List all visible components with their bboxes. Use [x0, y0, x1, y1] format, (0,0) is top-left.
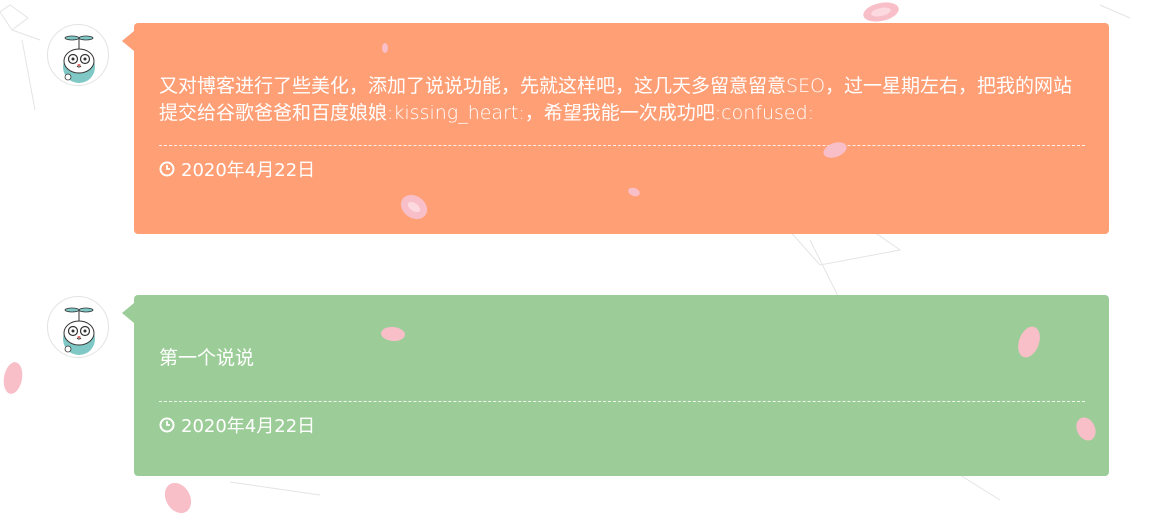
post-card: 又对博客进行了些美化，添加了说说功能，先就这样吧，这几天多留意留意SEO，过一星… — [122, 23, 1109, 234]
post-meta: 2020年4月22日 — [159, 402, 1085, 448]
post-content: 又对博客进行了些美化，添加了说说功能，先就这样吧，这几天多留意留意SEO，过一星… — [159, 75, 1073, 124]
post-card: 第一个说说 2020年4月22日 — [122, 295, 1109, 476]
avatar[interactable] — [47, 24, 109, 86]
post-content: 第一个说说 — [159, 347, 255, 369]
avatar[interactable] — [47, 296, 109, 358]
cat-avatar-icon — [63, 35, 95, 83]
shuoshuo-page: 又对博客进行了些美化，添加了说说功能，先就这样吧，这几天多留意留意SEO，过一星… — [0, 0, 1157, 525]
post-meta: 2020年4月22日 — [159, 146, 1085, 192]
cat-avatar-icon — [63, 307, 95, 355]
sakura-petal-icon — [863, 2, 899, 22]
sakura-petal-icon — [3, 362, 23, 394]
sakura-petal-icon — [164, 482, 192, 514]
clock-icon — [159, 417, 175, 433]
clock-icon — [159, 161, 175, 177]
post-date: 2020年4月22日 — [181, 160, 316, 181]
post-date: 2020年4月22日 — [181, 416, 316, 437]
